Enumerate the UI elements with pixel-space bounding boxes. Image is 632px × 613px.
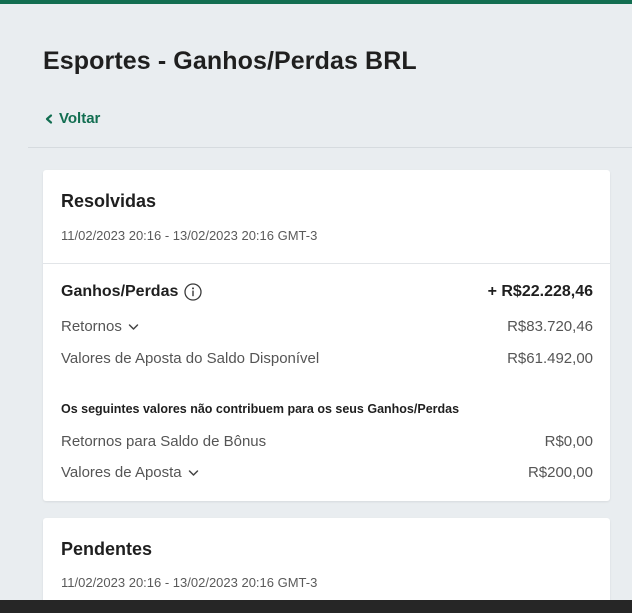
stakes-available-row: Valores de Aposta do Saldo Disponível R$… xyxy=(61,350,593,367)
bonus-returns-row: Retornos para Saldo de Bônus R$0,00 xyxy=(61,433,593,450)
profit-loss-value: + R$22.228,46 xyxy=(487,283,593,300)
page-title: Esportes - Ganhos/Perdas BRL xyxy=(43,47,417,75)
pending-title: Pendentes xyxy=(61,539,153,559)
bonus-returns-label: Retornos para Saldo de Bônus xyxy=(61,433,267,450)
header-divider xyxy=(28,147,632,148)
profit-loss-label: Ganhos/Perdas xyxy=(61,283,179,300)
pending-card: Pendentes 11/02/2023 20:16 - 13/02/2023 … xyxy=(43,518,610,613)
chevron-down-icon[interactable] xyxy=(188,469,199,477)
stakes-available-label: Valores de Aposta do Saldo Disponível xyxy=(61,350,320,367)
bottom-bar xyxy=(0,600,632,613)
settled-card: Resolvidas 11/02/2023 20:16 - 13/02/2023… xyxy=(43,170,610,501)
top-accent-bar xyxy=(0,0,632,4)
settled-title: Resolvidas xyxy=(61,191,157,211)
profit-loss-row: Ganhos/Perdas + R$22.228,46 xyxy=(61,283,593,301)
returns-label: Retornos xyxy=(61,318,122,335)
returns-value: R$83.720,46 xyxy=(507,318,593,335)
stakes-available-value: R$61.492,00 xyxy=(507,350,593,367)
settled-separator xyxy=(43,263,610,264)
stakes-label: Valores de Aposta xyxy=(61,464,182,481)
pending-date-range: 11/02/2023 20:16 - 13/02/2023 20:16 GMT-… xyxy=(61,575,318,590)
returns-row[interactable]: Retornos R$83.720,46 xyxy=(61,318,593,335)
stakes-value: R$200,00 xyxy=(527,464,593,481)
settled-date-range: 11/02/2023 20:16 - 13/02/2023 20:16 GMT-… xyxy=(61,228,318,243)
non-contributing-note: Os seguintes valores não contribuem para… xyxy=(61,402,460,416)
back-link-label: Voltar xyxy=(59,110,101,127)
back-link[interactable]: Voltar xyxy=(43,110,100,127)
chevron-down-icon[interactable] xyxy=(128,323,139,331)
stakes-row[interactable]: Valores de Aposta R$200,00 xyxy=(61,464,593,481)
info-icon[interactable] xyxy=(184,283,203,301)
bonus-returns-value: R$0,00 xyxy=(544,433,593,450)
chevron-left-icon xyxy=(45,113,53,124)
